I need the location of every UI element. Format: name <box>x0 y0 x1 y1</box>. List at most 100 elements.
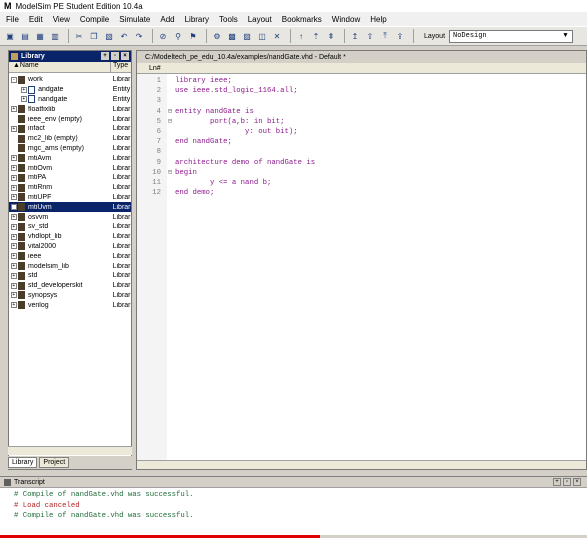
expand-icon[interactable]: + <box>11 214 17 221</box>
step-over-icon[interactable]: ⇡ <box>310 30 322 42</box>
paste-icon[interactable]: ▧ <box>103 30 115 42</box>
code-area[interactable]: 1 library ieee; 2 use ieee.std_logic_1164.a… <box>137 76 586 198</box>
column-type[interactable]: Type <box>111 62 128 72</box>
library-row[interactable]: + andgate Entity <box>9 85 131 95</box>
menu-item-library[interactable]: Library <box>185 15 209 24</box>
menu-item-compile[interactable]: Compile <box>80 15 109 24</box>
code-line[interactable]: 6 y: out bit); <box>137 127 586 137</box>
code-line[interactable]: 10 ⊟ begin <box>137 168 586 178</box>
menu-item-tools[interactable]: Tools <box>219 15 238 24</box>
undo-icon[interactable]: ↶ <box>118 30 130 42</box>
code-line[interactable]: 4 ⊟ entity nandGate is <box>137 107 586 117</box>
redo-icon[interactable]: ↷ <box>133 30 145 42</box>
library-row[interactable]: + floatfixlib Librar <box>9 104 131 114</box>
expand-icon[interactable]: + <box>21 86 27 93</box>
transcript-pane[interactable]: # Compile of nandGate.vhd was successful… <box>0 487 587 535</box>
library-row[interactable]: + verilog Librar <box>9 300 131 310</box>
menu-item-edit[interactable]: Edit <box>29 15 43 24</box>
menu-item-bookmarks[interactable]: Bookmarks <box>282 15 322 24</box>
expand-icon[interactable]: + <box>11 184 17 191</box>
undock-icon[interactable]: ▫ <box>563 478 571 486</box>
library-row[interactable]: + synopsys Librar <box>9 291 131 301</box>
code-line[interactable]: 11 y <= a nand b; <box>137 178 586 188</box>
menu-item-simulate[interactable]: Simulate <box>119 15 150 24</box>
menu-item-help[interactable]: Help <box>370 15 386 24</box>
layout-select[interactable]: NoDesign ▼ <box>449 29 574 43</box>
menu-item-layout[interactable]: Layout <box>248 15 272 24</box>
library-row[interactable]: ieee_env (empty) Librar <box>9 114 131 124</box>
expand-icon[interactable]: + <box>11 204 17 211</box>
expand-icon[interactable]: + <box>11 223 17 230</box>
library-row[interactable]: mgc_ams (empty) Librar <box>9 144 131 154</box>
library-scrollbar[interactable] <box>8 446 132 455</box>
library-row[interactable]: + mtiRnm Librar <box>9 183 131 193</box>
library-row[interactable]: + nandgate Entity <box>9 95 131 105</box>
bookmark-icon[interactable]: ⚑ <box>187 30 199 42</box>
expand-icon[interactable]: + <box>11 272 17 279</box>
code-line[interactable]: 9 architecture demo of nandGate is <box>137 158 586 168</box>
step-into-icon[interactable]: ↑ <box>295 30 307 42</box>
expand-icon[interactable]: + <box>11 174 17 181</box>
library-row[interactable]: + mtiPA Librar <box>9 173 131 183</box>
library-row[interactable]: + std_developerskit Librar <box>9 281 131 291</box>
expand-icon[interactable]: + <box>11 194 17 201</box>
fold-icon[interactable]: ⊟ <box>165 117 175 126</box>
break-icon[interactable]: ◫ <box>256 30 268 42</box>
code-line[interactable]: 2 use ieee.std_logic_1164.all; <box>137 86 586 96</box>
code-line[interactable]: 1 library ieee; <box>137 76 586 86</box>
run-icon[interactable]: ⇧ <box>364 30 376 42</box>
menu-item-add[interactable]: Add <box>160 15 174 24</box>
add-pane-icon[interactable]: + <box>101 52 109 60</box>
tab-project[interactable]: Project <box>39 457 70 468</box>
close-icon[interactable]: × <box>121 52 129 60</box>
expand-icon[interactable]: + <box>11 155 17 162</box>
save-icon[interactable]: ▦ <box>34 30 46 42</box>
expand-icon[interactable]: + <box>11 253 17 260</box>
library-row[interactable]: + mtiAvm Librar <box>9 153 131 163</box>
library-row[interactable]: - work Librar <box>9 75 131 85</box>
library-row[interactable]: + mtiUvm Librar <box>9 202 131 213</box>
undock-icon[interactable]: ▫ <box>111 52 119 60</box>
library-row[interactable]: mc2_lib (empty) Librar <box>9 134 131 144</box>
menu-item-window[interactable]: Window <box>332 15 360 24</box>
stop-icon[interactable]: ⊘ <box>157 30 169 42</box>
code-line[interactable]: 5 ⊟ port(a,b: in bit; <box>137 117 586 127</box>
editor-scrollbar[interactable] <box>137 460 586 469</box>
compile-icon[interactable]: ⚙ <box>211 30 223 42</box>
expand-icon[interactable]: + <box>11 106 17 113</box>
chevron-down-icon[interactable]: ▼ <box>560 32 571 41</box>
library-row[interactable]: + ieee Librar <box>9 251 131 261</box>
library-row[interactable]: + vital2000 Librar <box>9 242 131 252</box>
expand-icon[interactable]: + <box>11 263 17 270</box>
library-row[interactable]: + mtiUPF Librar <box>9 193 131 203</box>
restart-icon[interactable]: ✕ <box>271 30 283 42</box>
library-row[interactable]: + infact Librar <box>9 124 131 134</box>
copy-icon[interactable]: ❐ <box>88 30 100 42</box>
print-icon[interactable]: ▥ <box>49 30 61 42</box>
code-line[interactable]: 12 end demo; <box>137 188 586 198</box>
find-icon[interactable]: ⚲ <box>172 30 184 42</box>
menu-item-file[interactable]: File <box>6 15 19 24</box>
menu-item-view[interactable]: View <box>53 15 70 24</box>
expand-icon[interactable]: + <box>11 165 17 172</box>
code-line[interactable]: 7 end nandGate; <box>137 137 586 147</box>
code-line[interactable]: 8 <box>137 147 586 157</box>
add-pane-icon[interactable]: + <box>553 478 561 486</box>
new-file-icon[interactable]: ▣ <box>4 30 16 42</box>
compile-all-icon[interactable]: ▩ <box>226 30 238 42</box>
fold-icon[interactable]: ⊟ <box>165 168 175 177</box>
expand-icon[interactable]: + <box>11 125 17 132</box>
tab-library[interactable]: Library <box>8 457 38 468</box>
run-all-icon[interactable]: ⤒ <box>379 30 391 42</box>
cut-icon[interactable]: ✂ <box>73 30 85 42</box>
close-icon[interactable]: × <box>573 478 581 486</box>
collapse-icon[interactable]: - <box>11 76 17 83</box>
expand-icon[interactable]: + <box>11 282 17 289</box>
expand-icon[interactable]: + <box>21 96 27 103</box>
library-row[interactable]: + modelsim_lib Librar <box>9 261 131 271</box>
expand-icon[interactable]: + <box>11 302 17 309</box>
column-name[interactable]: ▲Name <box>9 62 111 72</box>
simulate-icon[interactable]: ▨ <box>241 30 253 42</box>
expand-icon[interactable]: + <box>11 233 17 240</box>
expand-icon[interactable]: + <box>11 243 17 250</box>
